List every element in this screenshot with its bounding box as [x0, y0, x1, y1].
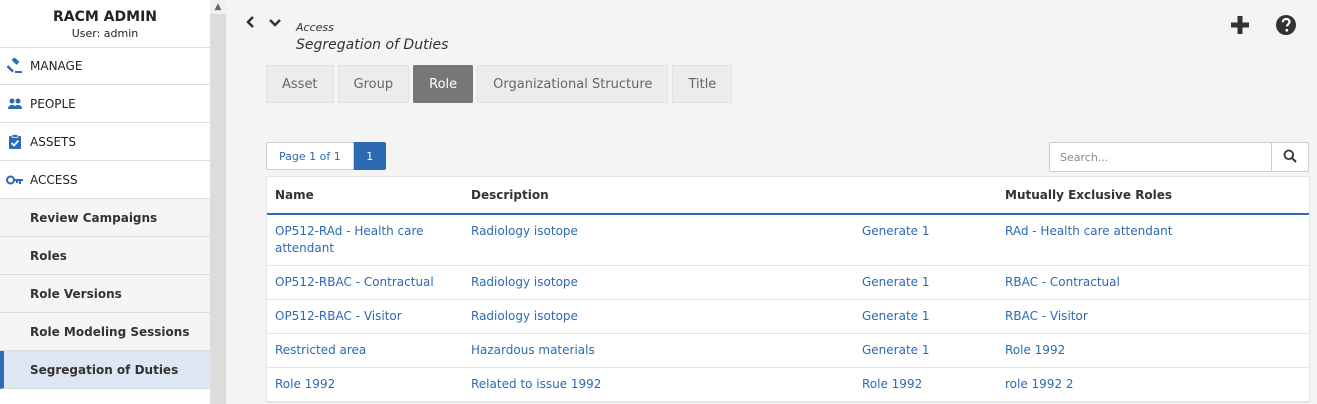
cell-name[interactable]: Restricted area [267, 333, 463, 368]
table-row[interactable]: Restricted area Hazardous materials Gene… [267, 333, 1309, 368]
tab-group[interactable]: Group [337, 65, 410, 103]
sidebar-item-role-modeling-sessions[interactable]: Role Modeling Sessions [0, 313, 210, 351]
user-label: User: admin [71, 27, 139, 40]
column-header-description[interactable]: Description [463, 177, 854, 215]
sidebar-item-access[interactable]: ACCESS [0, 161, 210, 199]
sidebar-item-segregation-of-duties[interactable]: Segregation of Duties [0, 351, 210, 389]
sidebar-item-label: MANAGE [30, 59, 83, 73]
cell-extra[interactable]: Generate 1 [854, 299, 997, 334]
tab-organizational-structure[interactable]: Organizational Structure [477, 65, 669, 103]
breadcrumb[interactable]: Access [296, 21, 334, 34]
sidebar: RACM ADMIN User: admin MANAGE PEOPLE ASS… [0, 0, 210, 404]
cell-extra[interactable]: Generate 1 [854, 214, 997, 266]
cell-description[interactable]: Hazardous materials [463, 333, 854, 368]
sidebar-item-label: ACCESS [30, 172, 78, 187]
search-icon [1283, 149, 1297, 166]
pagination: Page 1 of 1 1 [266, 142, 386, 170]
cell-name[interactable]: OP512-RAd - Health care attendant [267, 214, 463, 266]
cell-name[interactable]: OP512-RBAC - Contractual [267, 265, 463, 300]
sidebar-item-review-campaigns[interactable]: Review Campaigns [0, 199, 210, 237]
cell-exclusive-role[interactable]: RBAC - Contractual [997, 265, 1309, 300]
add-icon[interactable] [1229, 14, 1251, 36]
sidebar-item-role-versions[interactable]: Role Versions [0, 275, 210, 313]
search-box [1049, 142, 1309, 172]
cell-extra[interactable]: Generate 1 [854, 265, 997, 300]
sidebar-scrollbar[interactable]: ▲ [210, 0, 226, 404]
cell-description[interactable]: Radiology isotope [463, 265, 854, 300]
help-icon[interactable] [1275, 14, 1297, 36]
sidebar-item-label: ASSETS [30, 134, 76, 149]
tab-asset[interactable]: Asset [266, 65, 334, 103]
column-header-mutually-exclusive-roles[interactable]: Mutually Exclusive Roles [997, 177, 1309, 215]
app-title: RACM ADMIN [52, 9, 157, 25]
tab-role[interactable]: Role [413, 65, 474, 103]
clipboard-check-icon [6, 133, 24, 151]
table-row[interactable]: OP512-RAd - Health care attendant Radiol… [267, 214, 1309, 266]
cell-description[interactable]: Related to issue 1992 [463, 367, 854, 402]
column-header-name[interactable]: Name [267, 177, 463, 215]
sidebar-item-roles[interactable]: Roles [0, 237, 210, 275]
cell-exclusive-role[interactable]: RBAC - Visitor [997, 299, 1309, 334]
header-actions [1229, 14, 1297, 36]
sidebar-item-label: PEOPLE [30, 96, 76, 111]
tab-title[interactable]: Title [672, 65, 733, 103]
cell-name[interactable]: Role 1992 [267, 367, 463, 402]
people-icon [6, 95, 24, 113]
page-button-1[interactable]: 1 [353, 142, 386, 170]
cell-exclusive-role[interactable]: RAd - Health care attendant [997, 214, 1309, 266]
cell-extra[interactable]: Generate 1 [854, 333, 997, 368]
search-button[interactable] [1271, 142, 1309, 172]
cell-description[interactable]: Radiology isotope [463, 214, 854, 266]
sidebar-item-manage[interactable]: MANAGE [0, 48, 210, 85]
cell-exclusive-role[interactable]: role 1992 2 [997, 367, 1309, 402]
cell-description[interactable]: Radiology isotope [463, 299, 854, 334]
search-input[interactable] [1049, 142, 1271, 172]
cell-name[interactable]: OP512-RBAC - Visitor [267, 299, 463, 334]
nav-arrows [244, 15, 282, 29]
table-row[interactable]: Role 1992 Related to issue 1992 Role 199… [267, 367, 1309, 402]
cell-extra[interactable]: Role 1992 [854, 367, 997, 402]
sidebar-item-people[interactable]: PEOPLE [0, 85, 210, 123]
table-row[interactable]: OP512-RBAC - Contractual Radiology isoto… [267, 265, 1309, 300]
page-indicator: Page 1 of 1 [266, 142, 354, 170]
gavel-icon [6, 57, 24, 75]
main-content: Access Segregation of Duties Asset Group… [226, 0, 1317, 404]
sidebar-item-assets[interactable]: ASSETS [0, 123, 210, 161]
key-icon [6, 171, 24, 189]
column-header-extra [854, 177, 997, 215]
table-row[interactable]: OP512-RBAC - Visitor Radiology isotope G… [267, 299, 1309, 334]
scroll-up-arrow-icon[interactable]: ▲ [210, 0, 226, 14]
cell-exclusive-role[interactable]: Role 1992 [997, 333, 1309, 368]
sod-table: Name Description Mutually Exclusive Role… [266, 176, 1310, 403]
chevron-left-icon[interactable] [244, 15, 258, 29]
page-title: Segregation of Duties [296, 37, 449, 53]
chevron-down-icon[interactable] [268, 15, 282, 29]
table-header-row: Name Description Mutually Exclusive Role… [267, 177, 1309, 215]
brand-header: RACM ADMIN User: admin [0, 0, 210, 48]
tab-bar: Asset Group Role Organizational Structur… [266, 65, 733, 103]
